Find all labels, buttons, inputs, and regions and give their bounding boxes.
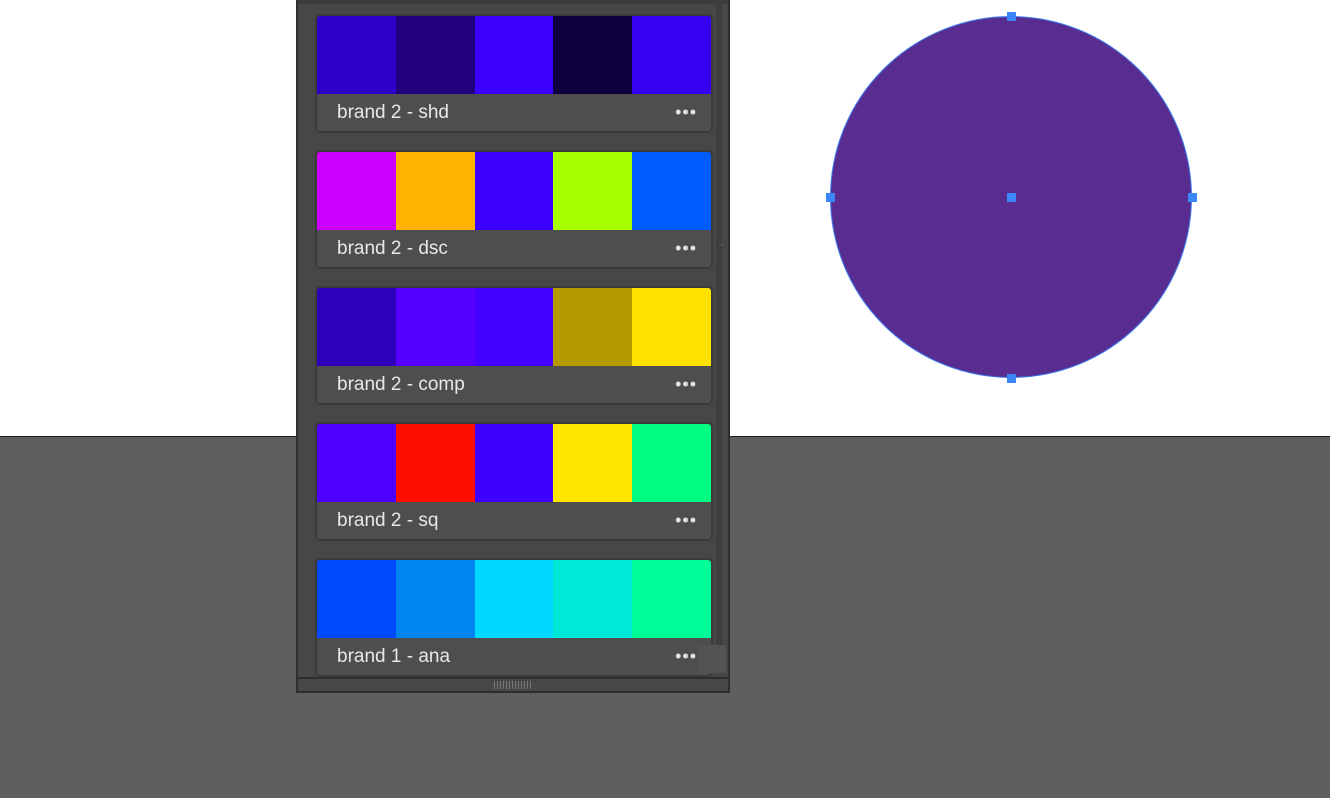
color-swatch[interactable] — [474, 424, 554, 502]
color-swatch[interactable] — [632, 152, 711, 230]
swatch-row — [317, 288, 711, 366]
color-swatch[interactable] — [395, 152, 475, 230]
more-options-icon[interactable]: ••• — [675, 102, 697, 123]
resize-grip-icon[interactable] — [494, 681, 532, 689]
color-swatch[interactable] — [317, 288, 396, 366]
color-swatch[interactable] — [395, 16, 475, 94]
selected-circle-shape[interactable] — [825, 11, 1197, 383]
theme-card-footer: brand 2 - dsc ••• — [317, 230, 711, 267]
swatch-row — [317, 424, 711, 502]
color-themes-panel: brand 2 - shd ••• brand 2 - dsc ••• brand 2 … — [296, 0, 730, 693]
color-swatch[interactable] — [632, 424, 711, 502]
theme-name: brand 2 - comp — [337, 373, 465, 395]
theme-card-footer: brand 1 - ana ••• — [317, 638, 711, 675]
selection-center-point[interactable] — [1006, 192, 1016, 202]
panel-corner — [698, 645, 726, 673]
color-swatch[interactable] — [553, 424, 633, 502]
theme-card[interactable]: brand 2 - shd ••• — [315, 14, 713, 133]
theme-name: brand 2 - shd — [337, 101, 449, 123]
more-options-icon[interactable]: ••• — [675, 238, 697, 259]
more-options-icon[interactable]: ••• — [675, 374, 697, 395]
theme-card-footer: brand 2 - shd ••• — [317, 94, 711, 131]
theme-card[interactable]: brand 1 - ana ••• — [315, 558, 713, 677]
color-swatch[interactable] — [553, 16, 633, 94]
theme-card-footer: brand 2 - comp ••• — [317, 366, 711, 403]
selection-handle-top[interactable] — [1006, 11, 1016, 21]
color-swatch[interactable] — [553, 288, 633, 366]
color-swatch[interactable] — [632, 560, 711, 638]
color-swatch[interactable] — [317, 424, 396, 502]
color-swatch[interactable] — [553, 152, 633, 230]
color-swatch[interactable] — [474, 152, 554, 230]
selection-handle-right[interactable] — [1187, 192, 1197, 202]
color-swatch[interactable] — [632, 16, 711, 94]
swatch-row — [317, 560, 711, 638]
color-swatch[interactable] — [395, 424, 475, 502]
theme-card[interactable]: brand 2 - comp ••• — [315, 286, 713, 405]
color-swatch[interactable] — [553, 560, 633, 638]
theme-card[interactable]: brand 2 - sq ••• — [315, 422, 713, 541]
theme-name: brand 1 - ana — [337, 645, 451, 667]
selection-handle-left[interactable] — [825, 192, 835, 202]
color-swatch[interactable] — [317, 560, 396, 638]
color-swatch[interactable] — [317, 152, 396, 230]
theme-name: brand 2 - sq — [337, 509, 439, 531]
color-swatch[interactable] — [317, 16, 396, 94]
selection-handle-bottom[interactable] — [1006, 373, 1016, 383]
panel-scrollbar[interactable] — [716, 0, 722, 645]
color-swatch[interactable] — [474, 560, 554, 638]
more-options-icon[interactable]: ••• — [675, 646, 697, 667]
scroll-down-icon[interactable]: ⌄ — [717, 236, 726, 249]
theme-name: brand 2 - dsc — [337, 237, 448, 259]
color-swatch[interactable] — [474, 16, 554, 94]
panel-top-edge — [298, 0, 728, 4]
swatch-row — [317, 16, 711, 94]
theme-card-footer: brand 2 - sq ••• — [317, 502, 711, 539]
color-swatch[interactable] — [632, 288, 711, 366]
swatch-row — [317, 152, 711, 230]
color-swatch[interactable] — [395, 560, 475, 638]
theme-card[interactable]: brand 2 - dsc ••• — [315, 150, 713, 269]
more-options-icon[interactable]: ••• — [675, 510, 697, 531]
color-swatch[interactable] — [474, 288, 554, 366]
panel-bottom-bar — [298, 677, 728, 691]
color-swatch[interactable] — [395, 288, 475, 366]
